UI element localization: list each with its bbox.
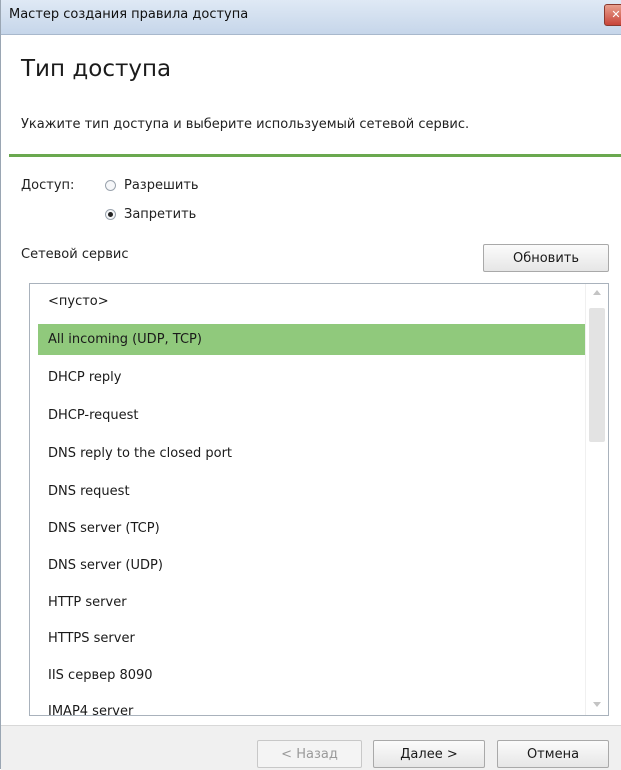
access-label: Доступ: — [21, 178, 75, 193]
close-icon[interactable]: ✕ — [604, 4, 621, 26]
service-list[interactable]: <пусто> All incoming (UDP, TCP) DHCP rep… — [29, 283, 609, 716]
back-button[interactable]: < Назад — [257, 740, 362, 768]
list-item[interactable]: DNS request — [38, 476, 585, 507]
list-item[interactable]: HTTP server — [38, 587, 585, 618]
list-item[interactable]: DNS server (UDP) — [38, 550, 585, 581]
title-bar: Мастер создания правила доступа ✕ — [1, 0, 621, 35]
list-item-selected[interactable]: All incoming (UDP, TCP) — [38, 324, 585, 355]
header-divider — [9, 154, 621, 157]
scroll-thumb[interactable] — [589, 308, 605, 442]
radio-deny-label: Запретить — [124, 207, 197, 222]
page-title: Тип доступа — [21, 56, 172, 82]
wizard-window: Мастер создания правила доступа ✕ Тип до… — [0, 0, 621, 770]
scroll-up-icon[interactable] — [593, 290, 601, 295]
radio-allow-indicator[interactable] — [105, 180, 116, 191]
refresh-button[interactable]: Обновить — [483, 244, 609, 272]
list-item[interactable]: DNS reply to the closed port — [38, 438, 585, 469]
cancel-button[interactable]: Отмена — [497, 740, 609, 768]
list-item[interactable]: IIS сервер 8090 — [38, 660, 585, 691]
next-button[interactable]: Далее > — [373, 740, 485, 768]
list-item[interactable]: DNS server (TCP) — [38, 513, 585, 544]
window-title: Мастер создания правила доступа — [9, 7, 249, 22]
radio-allow-label: Разрешить — [124, 178, 199, 193]
radio-deny-indicator[interactable] — [105, 209, 116, 220]
list-item[interactable]: HTTPS server — [38, 623, 585, 654]
list-item[interactable]: DHCP-request — [38, 400, 585, 431]
scroll-down-icon[interactable] — [593, 702, 601, 707]
list-item[interactable]: IMAP4 server — [38, 696, 585, 715]
list-scrollbar[interactable] — [585, 284, 608, 715]
service-label: Сетевой сервис — [21, 247, 129, 262]
radio-deny[interactable]: Запретить — [105, 207, 196, 222]
radio-allow[interactable]: Разрешить — [105, 178, 199, 193]
list-item[interactable]: DHCP reply — [38, 362, 585, 393]
list-item[interactable]: <пусто> — [38, 286, 585, 317]
page-subtitle: Укажите тип доступа и выберите используе… — [21, 117, 470, 132]
